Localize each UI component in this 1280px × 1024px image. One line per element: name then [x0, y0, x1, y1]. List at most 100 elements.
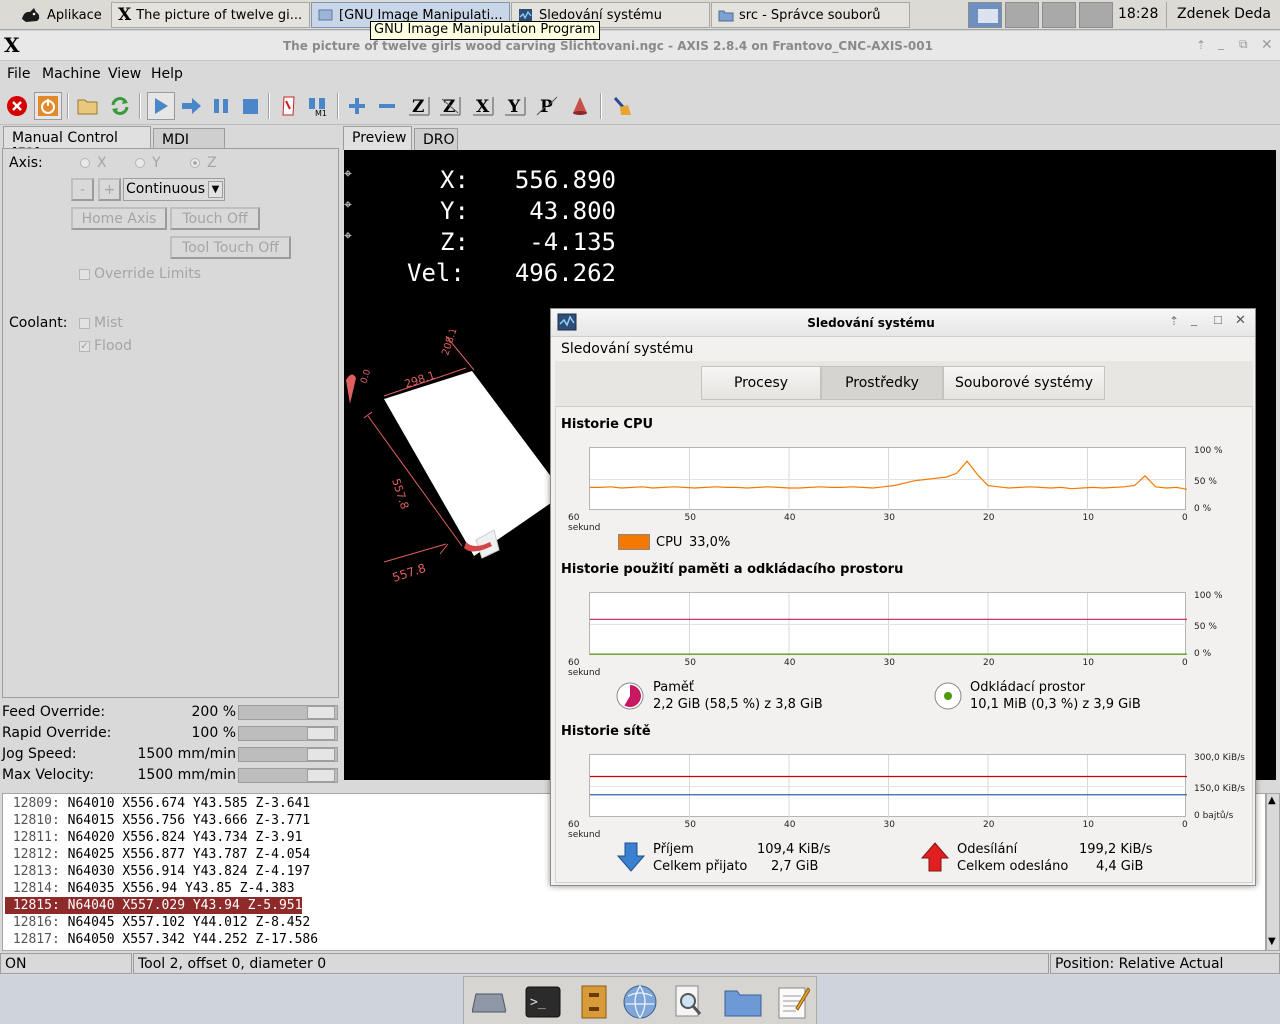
reload-icon[interactable]: [106, 92, 134, 120]
menu-help[interactable]: Help: [151, 66, 183, 82]
menu-machine[interactable]: Machine: [42, 66, 101, 82]
axis-titlebar[interactable]: X The picture of twelve girls wood carvi…: [0, 31, 1280, 61]
minimize-icon[interactable]: _: [1191, 312, 1197, 326]
maximize-icon[interactable]: ☐: [1213, 314, 1223, 327]
terminal-icon[interactable]: >_: [524, 983, 562, 1021]
tab-dro[interactable]: DRO: [414, 128, 458, 152]
gcode-line[interactable]: 12814: N64035 X556.94 Y43.85 Z-4.383: [5, 880, 295, 897]
shade-icon[interactable]: ⇡: [1169, 314, 1179, 328]
view-z2-icon[interactable]: Z: [436, 92, 464, 120]
tab-processes[interactable]: Procesy: [701, 366, 821, 400]
file-cabinet-icon[interactable]: [575, 983, 613, 1021]
jog-mode-value: Continuous: [126, 181, 206, 197]
gcode-line[interactable]: 12817: N64050 X557.342 Y44.252 Z-17.586: [5, 931, 318, 948]
feed-override-slider[interactable]: [238, 705, 338, 720]
sysmon-titlebar[interactable]: Sledování systému ⇡ _ ☐ ✕: [551, 309, 1255, 337]
jog-mode-select[interactable]: Continuous ▼: [123, 178, 225, 201]
view-y-icon[interactable]: Y: [501, 92, 529, 120]
power-button[interactable]: [34, 92, 62, 120]
tab-manual-control[interactable]: Manual Control [F3]: [3, 126, 151, 162]
mist-checkbox[interactable]: [79, 318, 90, 329]
estop-button[interactable]: [3, 92, 31, 120]
zoom-in-icon[interactable]: [343, 92, 371, 120]
workspace-3[interactable]: [1042, 2, 1076, 28]
zoom-out-icon[interactable]: [373, 92, 401, 120]
stop-icon[interactable]: [236, 92, 264, 120]
tab-preview[interactable]: Preview: [343, 126, 412, 150]
slider-handle[interactable]: [307, 727, 335, 740]
axis-x-radio[interactable]: [80, 158, 90, 168]
tab-filesystems[interactable]: Souborové systémy: [943, 366, 1105, 400]
system-monitor-window: Sledování systému ⇡ _ ☐ ✕ Sledování syst…: [550, 308, 1256, 886]
workspace-4[interactable]: [1079, 2, 1113, 28]
clear-plot-icon[interactable]: [608, 92, 636, 120]
menu-file[interactable]: File: [7, 66, 30, 82]
view-z-icon[interactable]: Z: [405, 92, 433, 120]
chevron-down-icon[interactable]: ▼: [208, 181, 223, 198]
show-desktop-icon[interactable]: [470, 983, 508, 1021]
rapid-override-slider[interactable]: [238, 726, 338, 741]
axis-y-radio[interactable]: [135, 158, 145, 168]
jog-minus-button[interactable]: -: [71, 178, 94, 201]
view-x-icon[interactable]: X: [469, 92, 497, 120]
open-file-icon[interactable]: [74, 92, 102, 120]
gcode-line[interactable]: 12812: N64025 X556.877 Y43.787 Z-4.054: [5, 846, 310, 863]
block-delete-icon[interactable]: [275, 92, 303, 120]
web-browser-icon[interactable]: [621, 983, 659, 1021]
gcode-line[interactable]: 12815: N64040 X557.029 Y43.94 Z-5.951: [5, 897, 303, 914]
scroll-up-icon[interactable]: ▲: [1268, 795, 1276, 806]
menubar: File Machine View Help: [0, 61, 1280, 87]
jog-speed-slider[interactable]: [238, 747, 338, 762]
sysmon-title: Sledování systému: [807, 316, 935, 330]
shade-icon[interactable]: ⇡: [1196, 38, 1206, 52]
search-icon[interactable]: [670, 983, 708, 1021]
swap-pie-icon[interactable]: [933, 681, 963, 715]
step-icon[interactable]: [177, 92, 205, 120]
jog-plus-button[interactable]: +: [98, 178, 121, 201]
workspace-1[interactable]: [968, 2, 1002, 28]
slider-handle[interactable]: [307, 769, 335, 782]
gcode-scrollbar[interactable]: ▲ ▼: [1266, 793, 1280, 951]
gcode-line[interactable]: 12816: N64045 X557.102 Y44.012 Z-8.452: [5, 914, 310, 931]
view-perspective-icon[interactable]: P: [533, 92, 561, 120]
svg-text:P: P: [540, 97, 553, 117]
gcode-line-number: 12814:: [5, 881, 68, 896]
optional-stop-icon[interactable]: M1: [304, 92, 332, 120]
applications-menu[interactable]: Aplikace: [14, 2, 110, 28]
home-axis-button[interactable]: Home Axis: [71, 207, 167, 230]
folder-icon[interactable]: [724, 983, 762, 1021]
axis-z-radio[interactable]: [190, 158, 200, 168]
tab-resources[interactable]: Prostředky: [821, 366, 943, 400]
gcode-line[interactable]: 12811: N64020 X556.824 Y43.734 Z-3.91: [5, 829, 303, 846]
slider-handle[interactable]: [307, 748, 335, 761]
gcode-line[interactable]: 12809: N64010 X556.674 Y43.585 Z-3.641: [5, 795, 310, 812]
user-menu[interactable]: Zdenek Deda: [1166, 2, 1280, 28]
clock[interactable]: 18:28: [1118, 6, 1158, 22]
slider-handle[interactable]: [307, 706, 335, 719]
scroll-down-icon[interactable]: ▼: [1268, 936, 1276, 947]
cpu-color-swatch[interactable]: [618, 534, 650, 550]
memory-pie-icon[interactable]: [615, 681, 645, 715]
touch-off-button[interactable]: Touch Off: [170, 207, 260, 230]
text-editor-icon[interactable]: [774, 983, 812, 1021]
flood-checkbox[interactable]: ✓: [79, 341, 90, 352]
run-program-icon[interactable]: [147, 92, 175, 120]
jog-speed-value: 1500 mm/min: [137, 746, 236, 762]
tool-touch-off-button[interactable]: Tool Touch Off: [170, 236, 291, 259]
graph-x-label: 60 sekund: [568, 658, 601, 678]
taskbar-window-axis[interactable]: X The picture of twelve gi...: [111, 2, 310, 28]
gcode-line[interactable]: 12813: N64030 X556.914 Y43.824 Z-4.197: [5, 863, 310, 880]
gcode-line-text: N64040 X557.029 Y43.94 Z-5.951: [67, 898, 303, 913]
max-velocity-slider[interactable]: [238, 768, 338, 783]
taskbar-window-file-manager[interactable]: src - Správce souborů: [711, 2, 910, 28]
override-limits-checkbox[interactable]: [79, 269, 90, 280]
close-icon[interactable]: ✕: [1235, 313, 1246, 328]
menu-view[interactable]: View: [108, 66, 141, 82]
workspace-2[interactable]: [1005, 2, 1039, 28]
rotate-view-icon[interactable]: [566, 92, 594, 120]
close-icon[interactable]: ✕: [1261, 37, 1273, 53]
minimize-icon[interactable]: _: [1218, 36, 1224, 50]
pause-icon[interactable]: [207, 92, 235, 120]
gcode-line[interactable]: 12810: N64015 X556.756 Y43.666 Z-3.771: [5, 812, 310, 829]
maximize-icon[interactable]: ⧉: [1239, 37, 1248, 52]
